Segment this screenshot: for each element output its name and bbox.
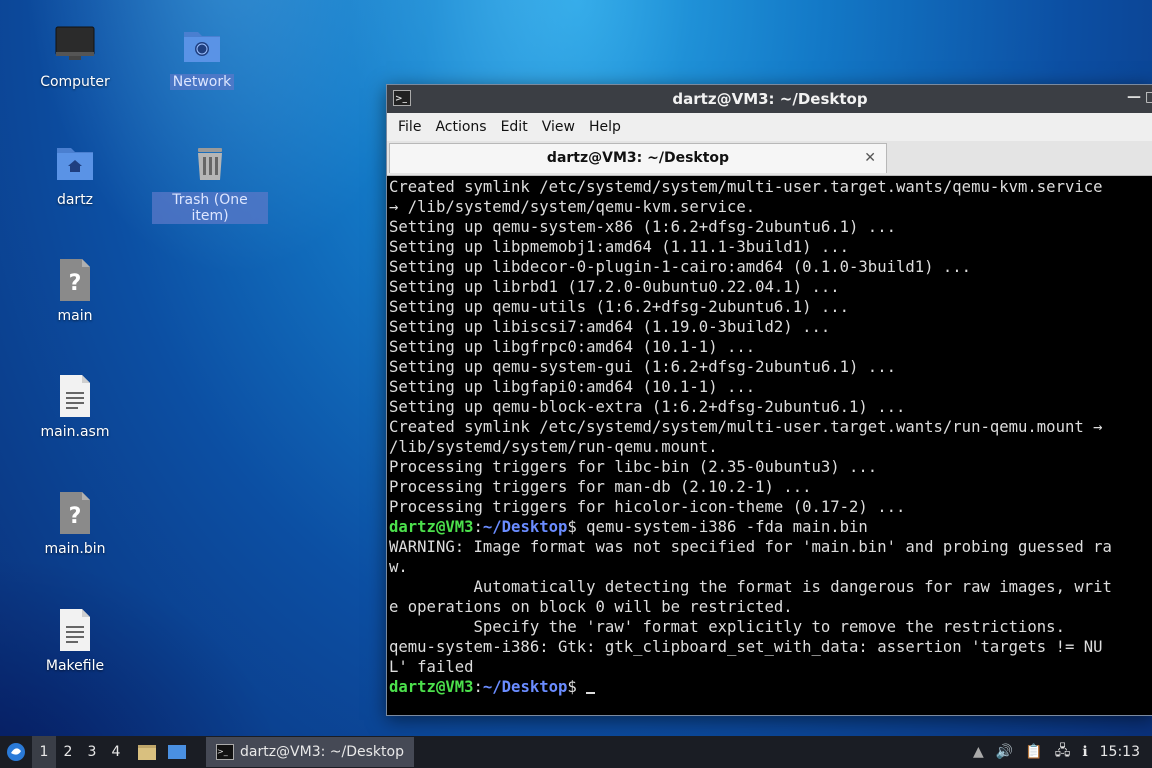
- window-titlebar[interactable]: >_ dartz@VM3: ~/Desktop — □: [387, 85, 1152, 113]
- network-folder-icon: [178, 22, 226, 70]
- system-tray: ▲ 🔊 📋 🖧 ℹ 15:13: [973, 740, 1152, 764]
- minimize-icon[interactable]: —: [1127, 89, 1141, 105]
- terminal-line: Automatically detecting the format is da…: [389, 578, 1112, 596]
- terminal-line: Setting up libdecor-0-plugin-1-cairo:amd…: [389, 258, 972, 276]
- desktop-icon-main[interactable]: ? main: [25, 256, 125, 324]
- task-label: dartz@VM3: ~/Desktop: [240, 744, 404, 760]
- terminal-line: Setting up libpmemobj1:amd64 (1.11.1-3bu…: [389, 238, 850, 256]
- terminal-line: Created symlink /etc/systemd/system/mult…: [389, 178, 1103, 196]
- terminal-prompt-line: dartz@VM3:~/Desktop$ qemu-system-i386 -f…: [389, 518, 868, 536]
- menu-bar: File Actions Edit View Help: [387, 113, 1152, 141]
- desktop-icon-computer[interactable]: Computer: [25, 22, 125, 90]
- taskbar-task-terminal[interactable]: >_ dartz@VM3: ~/Desktop: [206, 737, 414, 767]
- workspace-2[interactable]: 2: [56, 736, 80, 768]
- desktop-icon-main-asm[interactable]: main.asm: [25, 372, 125, 440]
- terminal-line: Setting up qemu-system-gui (1:6.2+dfsg-2…: [389, 358, 896, 376]
- trash-icon: [186, 140, 234, 188]
- terminal-line: Setting up libiscsi7:amd64 (1.19.0-3buil…: [389, 318, 831, 336]
- desktop-icon-label: Makefile: [45, 658, 105, 674]
- terminal-line: Created symlink /etc/systemd/system/mult…: [389, 418, 1103, 436]
- terminal-line: Setting up qemu-utils (1:6.2+dfsg-2ubunt…: [389, 298, 850, 316]
- terminal-window[interactable]: >_ dartz@VM3: ~/Desktop — □ File Actions…: [386, 84, 1152, 716]
- terminal-output[interactable]: Created symlink /etc/systemd/system/mult…: [389, 177, 1152, 715]
- terminal-line: /lib/systemd/system/run-qemu.mount.: [389, 438, 718, 456]
- window-title: dartz@VM3: ~/Desktop: [672, 90, 868, 108]
- prompt-path: ~/Desktop: [482, 518, 568, 536]
- taskbar: 1 2 3 4 >_ dartz@VM3: ~/Desktop ▲ 🔊 📋 🖧 …: [0, 736, 1152, 768]
- terminal-line: Setting up libgfapi0:amd64 (10.1-1) ...: [389, 378, 756, 396]
- desktop-icon-main-bin[interactable]: ? main.bin: [25, 489, 125, 557]
- update-notifier-icon[interactable]: ℹ: [1082, 744, 1087, 760]
- desktop-icon-makefile[interactable]: Makefile: [25, 606, 125, 674]
- tab-terminal[interactable]: dartz@VM3: ~/Desktop ✕: [389, 143, 887, 173]
- prompt-command: qemu-system-i386 -fda main.bin: [576, 518, 868, 536]
- menu-view[interactable]: View: [535, 119, 582, 135]
- start-menu-icon[interactable]: [0, 736, 32, 768]
- clipboard-icon[interactable]: 📋: [1025, 744, 1042, 760]
- desktop-icon-label: main.asm: [40, 424, 110, 440]
- menu-help[interactable]: Help: [582, 119, 628, 135]
- terminal-line: L' failed: [389, 658, 474, 676]
- menu-file[interactable]: File: [391, 119, 428, 135]
- prompt-user: dartz@VM3: [389, 518, 474, 536]
- terminal-line: Processing triggers for libc-bin (2.35-0…: [389, 458, 878, 476]
- terminal-line: Setting up qemu-block-extra (1:6.2+dfsg-…: [389, 398, 906, 416]
- desktop-icon-label: main.bin: [44, 541, 106, 557]
- terminal-line: → /lib/systemd/system/qemu-kvm.service.: [389, 198, 756, 216]
- clock[interactable]: 15:13: [1100, 744, 1140, 760]
- terminal-line: Setting up librbd1 (17.2.0-0ubuntu0.22.0…: [389, 278, 840, 296]
- svg-text:?: ?: [69, 271, 82, 296]
- terminal-line: e operations on block 0 will be restrict…: [389, 598, 793, 616]
- desktop-icon-label: Network: [169, 74, 235, 90]
- tab-label: dartz@VM3: ~/Desktop: [546, 150, 730, 166]
- desktop-icon-label: main: [57, 308, 93, 324]
- file-manager-icon[interactable]: [132, 736, 162, 768]
- terminal-line: Setting up qemu-system-x86 (1:6.2+dfsg-2…: [389, 218, 896, 236]
- text-file-icon: [51, 606, 99, 654]
- workspace-1[interactable]: 1: [32, 736, 56, 768]
- tray-up-arrow-icon[interactable]: ▲: [973, 744, 984, 760]
- terminal-line: Setting up libgfrpc0:amd64 (10.1-1) ...: [389, 338, 756, 356]
- terminal-line: Processing triggers for hicolor-icon-the…: [389, 498, 906, 516]
- terminal-line: WARNING: Image format was not specified …: [389, 538, 1112, 556]
- unknown-file-icon: ?: [51, 489, 99, 537]
- text-file-icon: [51, 372, 99, 420]
- menu-actions[interactable]: Actions: [428, 119, 493, 135]
- desktop-icon-label: Computer: [40, 74, 110, 90]
- terminal-prompt-line: dartz@VM3:~/Desktop$: [389, 677, 1152, 697]
- menu-edit[interactable]: Edit: [494, 119, 535, 135]
- prompt-path: ~/Desktop: [482, 678, 568, 696]
- network-icon[interactable]: 🖧: [1055, 740, 1071, 764]
- terminal-line: qemu-system-i386: Gtk: gtk_clipboard_set…: [389, 638, 1103, 656]
- terminal-task-icon: >_: [216, 744, 234, 760]
- prompt-user: dartz@VM3: [389, 678, 474, 696]
- desktop-icon-trash[interactable]: Trash (One item): [152, 140, 268, 224]
- show-desktop-icon[interactable]: [162, 736, 192, 768]
- home-folder-icon: [51, 140, 99, 188]
- terminal-cursor: [586, 677, 596, 694]
- terminal-line: w.: [389, 558, 408, 576]
- terminal-line: Processing triggers for man-db (2.10.2-1…: [389, 478, 812, 496]
- unknown-file-icon: ?: [51, 256, 99, 304]
- desktop-icon-label: dartz: [56, 192, 94, 208]
- workspace-4[interactable]: 4: [104, 736, 128, 768]
- workspace-3[interactable]: 3: [80, 736, 104, 768]
- desktop-icon-label: Trash (One item): [152, 192, 268, 224]
- tab-bar: dartz@VM3: ~/Desktop ✕: [387, 141, 1152, 176]
- terminal-line: Specify the 'raw' format explicitly to r…: [389, 618, 1065, 636]
- computer-icon: [51, 22, 99, 70]
- svg-text:?: ?: [69, 504, 82, 529]
- volume-icon[interactable]: 🔊: [996, 744, 1013, 760]
- desktop-icon-network[interactable]: Network: [152, 22, 252, 90]
- maximize-icon[interactable]: □: [1145, 89, 1152, 105]
- close-tab-icon[interactable]: ✕: [864, 144, 876, 172]
- desktop-icon-dartz[interactable]: dartz: [25, 140, 125, 208]
